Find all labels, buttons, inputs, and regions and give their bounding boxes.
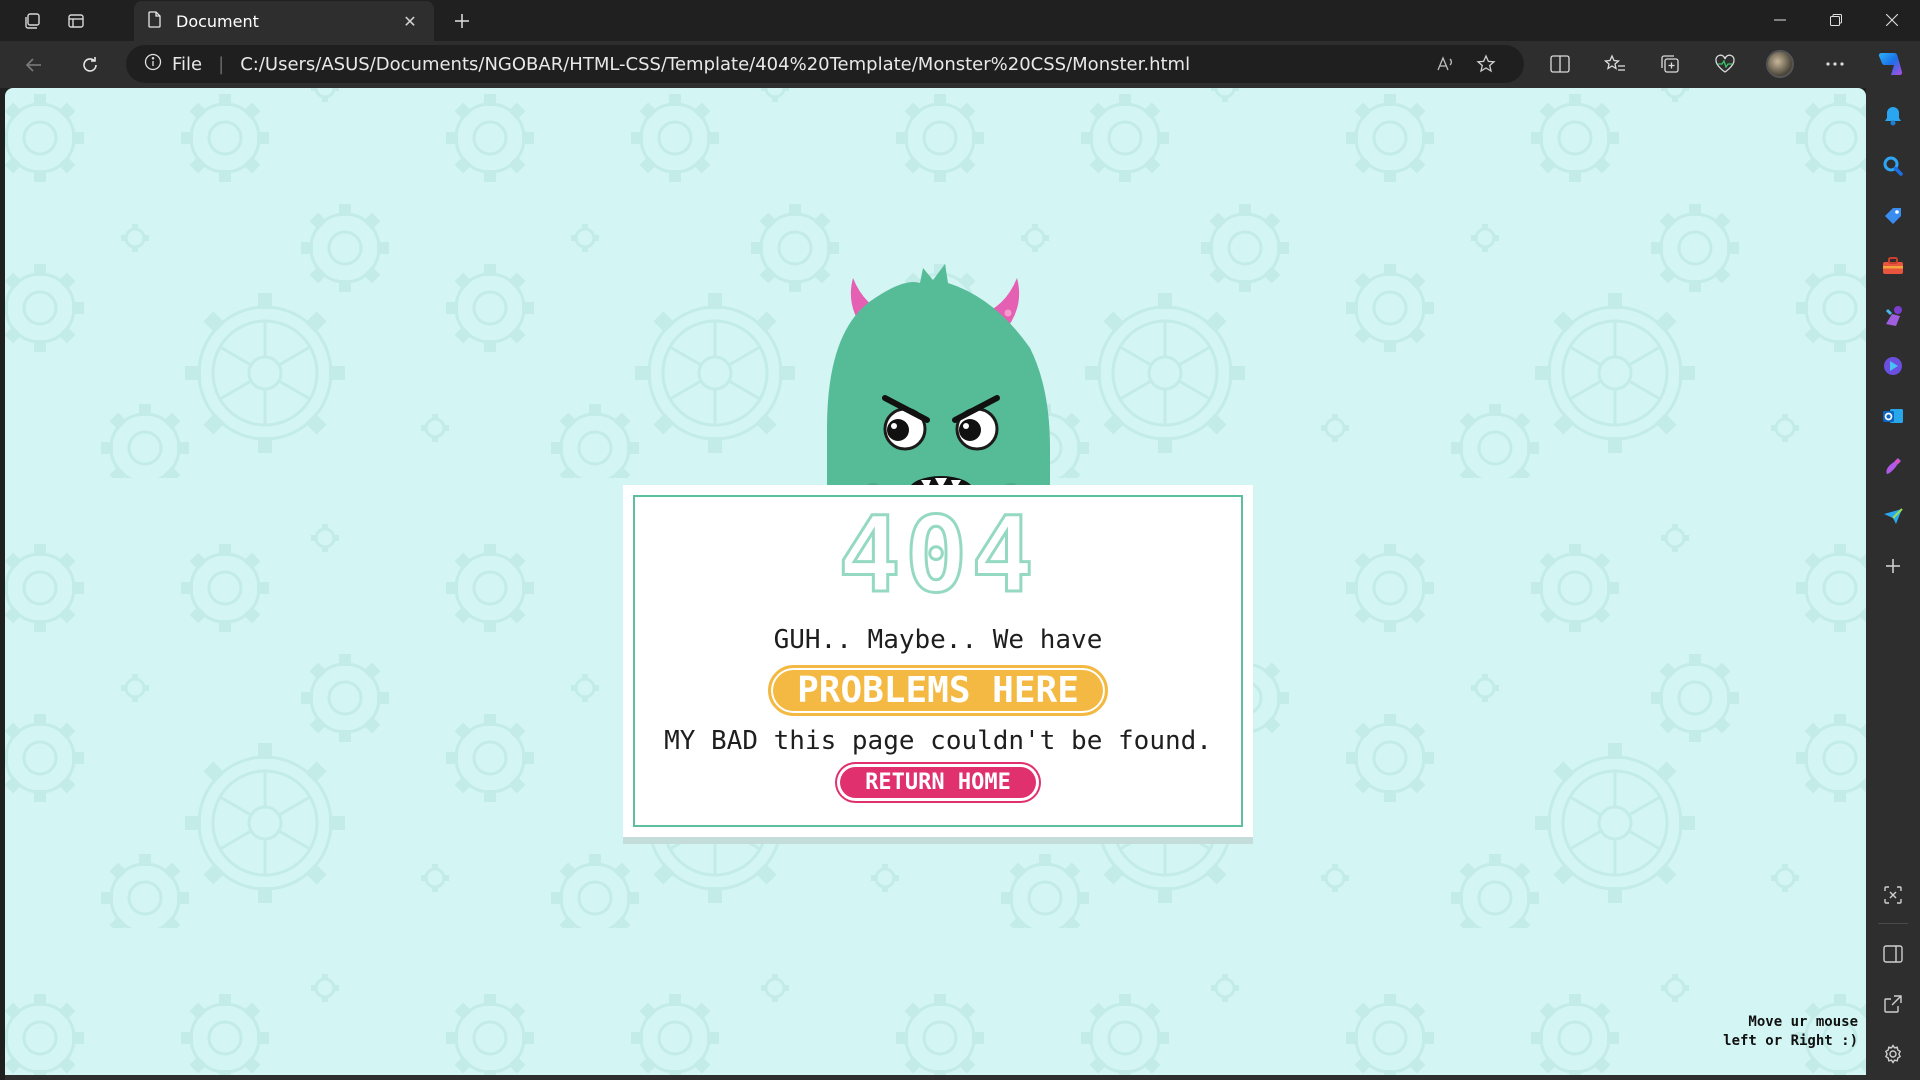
close-window-icon[interactable] (1864, 0, 1920, 40)
browser-toolbar: File | C:/Users/ASUS/Documents/NGOBAR/HT… (0, 41, 1920, 88)
title-bar: Document ✕ (0, 0, 1920, 41)
profile-avatar[interactable] (1752, 45, 1807, 83)
address-bar[interactable]: File | C:/Users/ASUS/Documents/NGOBAR/HT… (126, 45, 1524, 83)
drop-icon[interactable] (1873, 496, 1913, 536)
address-scheme: File (172, 53, 203, 75)
favorite-star-icon[interactable] (1466, 54, 1506, 74)
info-icon[interactable] (144, 53, 162, 76)
screenshot-icon[interactable] (1873, 875, 1913, 915)
settings-gear-icon[interactable] (1873, 1034, 1913, 1074)
search-icon[interactable] (1873, 146, 1913, 186)
hide-sidebar-icon[interactable] (1873, 934, 1913, 974)
more-icon[interactable] (1807, 45, 1862, 83)
games-icon[interactable] (1873, 296, 1913, 336)
refresh-icon[interactable] (70, 45, 110, 85)
window-bottom-edge (5, 1075, 1866, 1080)
error-card: 404 GUH.. Maybe.. We have PROBLEMS HERE … (623, 485, 1253, 837)
active-tab[interactable]: Document ✕ (134, 1, 434, 41)
shopping-icon[interactable] (1873, 196, 1913, 236)
new-tab-button[interactable] (442, 1, 482, 41)
collections-icon[interactable] (1642, 45, 1697, 83)
sidebar-divider (1878, 923, 1908, 924)
edge-sidebar (1866, 88, 1920, 1080)
error-code: 404 (837, 494, 1038, 616)
page-viewport: 404 GUH.. Maybe.. We have PROBLEMS HERE … (5, 88, 1866, 1075)
message-line-1: GUH.. Maybe.. We have (773, 625, 1103, 655)
browser-essentials-icon[interactable] (1697, 45, 1752, 83)
back-arrow-icon[interactable] (14, 45, 54, 85)
tab-title: Document (176, 11, 259, 31)
designer-icon[interactable] (1873, 446, 1913, 486)
mouse-hint: Move ur mouse left or Right :) (1723, 1013, 1858, 1051)
problems-badge: PROBLEMS HERE (768, 665, 1108, 716)
split-screen-icon[interactable] (1532, 45, 1587, 83)
address-separator: | (218, 53, 225, 75)
tools-icon[interactable] (1873, 246, 1913, 286)
return-home-button[interactable]: RETURN HOME (837, 764, 1039, 801)
outlook-icon[interactable] (1873, 396, 1913, 436)
workspaces-icon[interactable] (12, 1, 52, 41)
add-icon[interactable] (1873, 546, 1913, 586)
restore-icon[interactable] (1808, 0, 1864, 40)
read-aloud-icon[interactable] (1426, 55, 1466, 73)
copilot-sidebar-icon[interactable] (1873, 346, 1913, 386)
minimize-icon[interactable] (1752, 0, 1808, 40)
notifications-icon[interactable] (1873, 96, 1913, 136)
copilot-icon[interactable] (1862, 45, 1917, 83)
vertical-tabs-icon[interactable] (56, 1, 96, 41)
close-tab-icon[interactable]: ✕ (400, 12, 420, 31)
favorites-icon[interactable] (1587, 45, 1642, 83)
message-line-2: MY BAD this page couldn't be found. (664, 726, 1212, 756)
address-url[interactable]: C:/Users/ASUS/Documents/NGOBAR/HTML-CSS/… (240, 54, 1426, 75)
document-icon (148, 10, 162, 32)
mouse-hint-line-2: left or Right :) (1723, 1033, 1858, 1049)
mouse-hint-line-1: Move ur mouse (1748, 1014, 1858, 1030)
open-external-icon[interactable] (1873, 984, 1913, 1024)
